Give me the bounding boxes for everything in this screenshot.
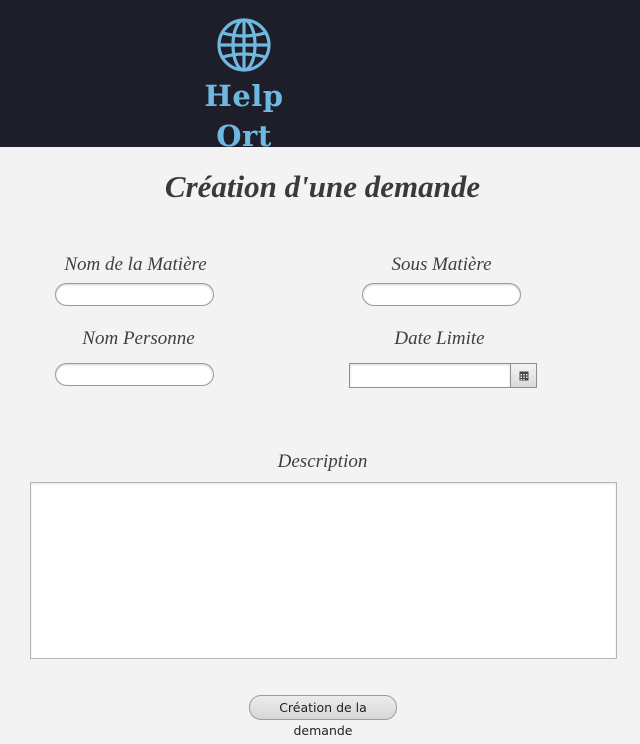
deadline-label: Date Limite xyxy=(394,328,485,349)
description-textarea[interactable] xyxy=(30,482,617,659)
sub-subject-input[interactable] xyxy=(362,283,521,306)
deadline-picker xyxy=(349,363,537,388)
sub-subject-label: Sous Matière xyxy=(391,254,492,275)
page-title: Création d'une demande xyxy=(164,169,481,204)
deadline-input[interactable] xyxy=(349,363,511,388)
description-label: Description xyxy=(277,451,368,472)
globe-icon xyxy=(217,18,271,72)
subject-name-label: Nom de la Matière xyxy=(64,254,207,275)
subject-name-input[interactable] xyxy=(55,283,214,306)
calendar-button[interactable] xyxy=(510,363,537,388)
person-name-input[interactable] xyxy=(55,363,214,386)
header-banner: Help Ort xyxy=(0,0,640,153)
person-name-label: Nom Personne xyxy=(82,328,195,349)
calendar-icon xyxy=(519,371,528,380)
logo-text: Help Ort xyxy=(204,79,284,153)
create-request-button[interactable]: Création de la demande xyxy=(249,695,397,738)
